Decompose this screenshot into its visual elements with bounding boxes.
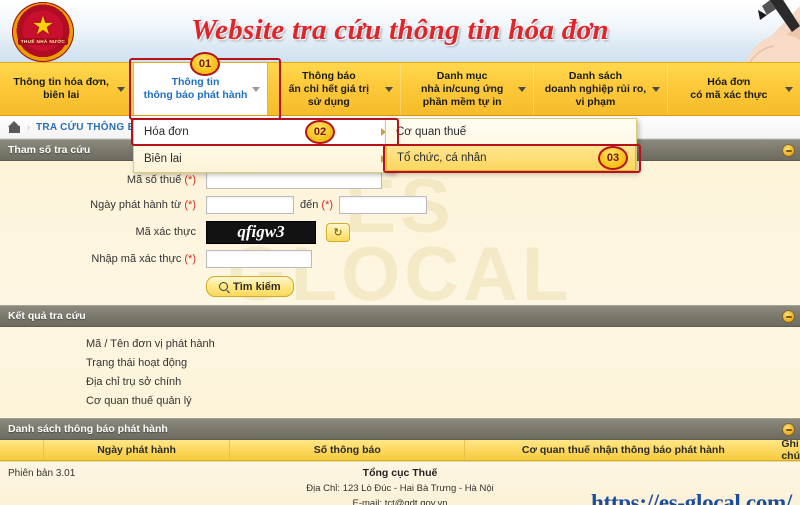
nav-item-authenticated-invoice[interactable]: Hóa đơn có mã xác thực bbox=[668, 63, 800, 115]
search-icon bbox=[219, 282, 228, 291]
nav-label-line1: Danh mục bbox=[436, 69, 488, 82]
breadcrumb-separator: › bbox=[27, 122, 30, 132]
captcha-label: Mã xác thực bbox=[135, 226, 196, 238]
result-label-status: Trạng thái hoạt động bbox=[86, 356, 188, 369]
main-navigation: Thông tin hóa đơn, biên lai Thông tin th… bbox=[0, 62, 800, 116]
dropdown-item-label: Hóa đơn bbox=[144, 126, 189, 138]
chevron-down-icon[interactable] bbox=[384, 87, 393, 92]
dropdown-item-co-quan-thue[interactable]: Cơ quan thuế bbox=[386, 119, 636, 145]
required-marker: (*) bbox=[321, 199, 334, 211]
nav-item-printing-providers[interactable]: Danh mục nhà in/cung ứng phần mềm tự in bbox=[401, 63, 535, 115]
column-header-notice-number[interactable]: Số thông báo bbox=[230, 440, 466, 460]
page-footer: Phiên bản 3.01 Tổng cục Thuế Địa Chỉ: 12… bbox=[0, 461, 800, 505]
nav-item-expired-documents[interactable]: Thông báo ấn chỉ hết giá trị sử dụng bbox=[268, 63, 401, 115]
nav-label-line2: doanh nghiệp rủi ro, bbox=[544, 82, 647, 95]
required-marker: (*) bbox=[184, 174, 196, 186]
result-row: Địa chỉ trụ sở chính bbox=[0, 372, 800, 391]
search-section-title: Tham số tra cứu bbox=[8, 144, 91, 156]
result-label-issuer: Mã / Tên đơn vị phát hành bbox=[86, 337, 215, 350]
site-url-overlay: https://es-glocal.com/ bbox=[590, 490, 792, 505]
tax-code-label: Mã số thuế (*) bbox=[0, 174, 206, 186]
dropdown-item-label: Biên lai bbox=[144, 153, 182, 165]
chevron-down-icon[interactable] bbox=[784, 87, 793, 92]
nav-label-line2: nhà in/cung ứng bbox=[421, 82, 504, 95]
search-button[interactable]: Tìm kiếm bbox=[206, 276, 294, 297]
issue-date-from-input[interactable] bbox=[206, 196, 294, 214]
site-banner: ★ THUẾ NHÀ NƯỚC Website tra cứu thông ti… bbox=[0, 0, 800, 62]
nav-label-line1: Danh sách bbox=[568, 69, 623, 82]
dropdown-item-label: Tổ chức, cá nhân bbox=[397, 152, 487, 164]
chevron-down-icon[interactable] bbox=[251, 87, 260, 92]
chevron-down-icon[interactable] bbox=[518, 87, 527, 92]
column-header-index bbox=[0, 440, 44, 460]
annotation-bubble-03: 03 bbox=[598, 146, 628, 170]
chevron-down-icon[interactable] bbox=[651, 87, 660, 92]
page-content: ES GLOCAL Tham số tra cứu Mã số thuế (*)… bbox=[0, 139, 800, 461]
result-label-address: Địa chỉ trụ sở chính bbox=[86, 375, 182, 388]
captcha-image: qfigw3 bbox=[206, 220, 316, 244]
result-label-tax-office: Cơ quan thuế quản lý bbox=[86, 394, 192, 407]
nav-label-line1: Thông tin hóa đơn, bbox=[13, 76, 109, 88]
collapse-toggle-icon[interactable] bbox=[783, 424, 794, 435]
column-header-receiving-office[interactable]: Cơ quan thuế nhận thông báo phát hành bbox=[465, 440, 781, 460]
dropdown-item-label: Cơ quan thuế bbox=[396, 126, 467, 138]
annotation-bubble-02: 02 bbox=[305, 120, 335, 144]
home-icon[interactable] bbox=[8, 121, 21, 133]
field-row-tax-code: Mã số thuế (*) bbox=[0, 169, 800, 191]
result-row: Trạng thái hoạt động bbox=[0, 353, 800, 372]
field-row-captcha-input: Nhập mã xác thực (*) bbox=[0, 248, 800, 270]
nav-label-line3: sử dụng bbox=[307, 95, 350, 108]
dropdown-menu-level1: Hóa đơn Biên lai bbox=[133, 118, 395, 173]
captcha-input-label-text: Nhập mã xác thực bbox=[91, 253, 182, 265]
result-fields: Mã / Tên đơn vị phát hành Trạng thái hoạ… bbox=[0, 327, 800, 418]
collapse-toggle-icon[interactable] bbox=[783, 145, 794, 156]
search-button-row: Tìm kiếm bbox=[0, 276, 800, 297]
list-section-title: Danh sách thông báo phát hành bbox=[8, 423, 168, 435]
issue-date-label: Ngày phát hành từ (*) bbox=[0, 199, 206, 211]
nav-label-line2: ấn chỉ hết giá trị bbox=[288, 82, 370, 95]
result-row: Cơ quan thuế quản lý bbox=[0, 391, 800, 410]
chevron-down-icon[interactable] bbox=[117, 87, 126, 92]
dropdown-item-hoa-don[interactable]: Hóa đơn bbox=[134, 119, 394, 145]
result-section-header: Kết quả tra cứu bbox=[0, 305, 800, 327]
results-table-header: Ngày phát hành Số thông báo Cơ quan thuế… bbox=[0, 438, 800, 461]
issue-date-to-input[interactable] bbox=[339, 196, 428, 214]
captcha-input-label: Nhập mã xác thực (*) bbox=[0, 253, 206, 265]
invoice-lookup-page: ★ THUẾ NHÀ NƯỚC Website tra cứu thông ti… bbox=[0, 0, 800, 505]
nav-label-line2: biên lai bbox=[43, 89, 80, 101]
field-row-issue-date: Ngày phát hành từ (*) đến (*) bbox=[0, 194, 800, 216]
captcha-input[interactable] bbox=[206, 250, 312, 268]
nav-label-line3: vi phạm bbox=[575, 95, 616, 108]
page-title: Website tra cứu thông tin hóa đơn bbox=[191, 14, 609, 46]
column-header-note[interactable]: Ghi chú bbox=[781, 438, 800, 461]
column-header-issue-date[interactable]: Ngày phát hành bbox=[44, 440, 231, 460]
tax-code-input[interactable] bbox=[206, 171, 382, 189]
annotation-bubble-01: 01 bbox=[190, 52, 220, 76]
nav-label-line2: thông báo phát hành bbox=[143, 89, 248, 101]
date-to-label-text: đến bbox=[300, 199, 319, 211]
footer-org: Tổng cục Thuế bbox=[362, 467, 438, 479]
captcha-text: qfigw3 bbox=[237, 222, 285, 241]
required-marker: (*) bbox=[184, 199, 196, 211]
refresh-captcha-icon[interactable]: ↻ bbox=[326, 222, 350, 242]
search-form: Mã số thuế (*) Ngày phát hành từ (*) đến… bbox=[0, 161, 800, 305]
result-row: Mã / Tên đơn vị phát hành bbox=[0, 334, 800, 353]
search-button-label: Tìm kiếm bbox=[233, 280, 281, 293]
nav-label-line1: Thông báo bbox=[301, 69, 356, 82]
collapse-toggle-icon[interactable] bbox=[783, 311, 794, 322]
nav-label-line2: có mã xác thực bbox=[690, 89, 768, 101]
field-row-captcha: Mã xác thực qfigw3 ↻ bbox=[0, 219, 800, 245]
date-to-label: đến (*) bbox=[300, 199, 333, 211]
tax-code-label-text: Mã số thuế bbox=[126, 174, 182, 186]
nav-label-line3: phần mềm tự in bbox=[422, 95, 502, 108]
dropdown-item-bien-lai[interactable]: Biên lai bbox=[134, 146, 394, 172]
nav-item-invoice-info[interactable]: Thông tin hóa đơn, biên lai bbox=[0, 63, 134, 115]
required-marker: (*) bbox=[184, 253, 196, 265]
nav-label-line1: Thông tin bbox=[171, 76, 220, 88]
nav-label-line1: Hóa đơn bbox=[707, 76, 751, 88]
nav-item-risk-enterprises[interactable]: Danh sách doanh nghiệp rủi ro, vi phạm bbox=[534, 63, 668, 115]
result-section-title: Kết quả tra cứu bbox=[8, 310, 86, 322]
issue-date-label-text: Ngày phát hành từ bbox=[90, 199, 182, 211]
list-section-header: Danh sách thông báo phát hành bbox=[0, 418, 800, 440]
